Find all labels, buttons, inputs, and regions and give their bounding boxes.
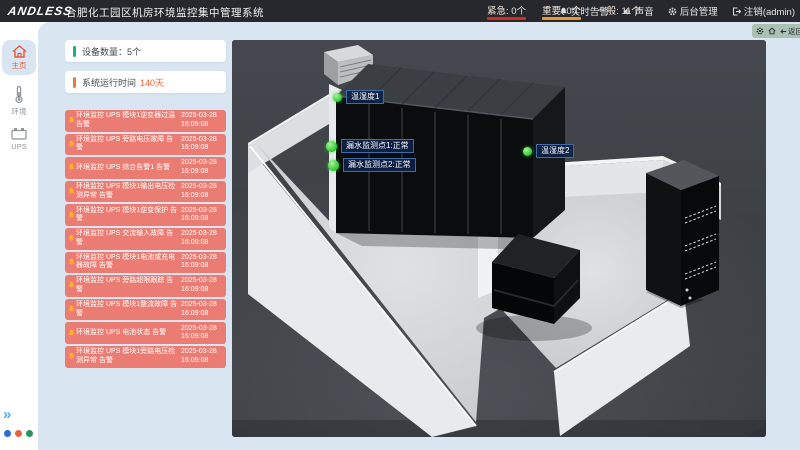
battery-icon [10,126,28,141]
logout-button[interactable]: 注销(admin) [732,4,795,18]
alert-text: 环境监控 UPS 旁路电压故障 告警 [76,136,181,153]
urgent-underline [487,17,526,20]
bell-icon [67,116,76,125]
gear-icon [668,7,677,16]
alarm-icon [559,7,568,16]
alert-text: 环境监控 UPS 模块1输出电压检测异常 告警 [76,183,181,200]
bell-icon [67,234,76,243]
alert-timestamp: 2025-03-2816:09:08 [181,230,223,247]
orange-dot [15,430,22,437]
alert-text: 环境监控 UPS 模块1电池或充电器故障 告警 [76,254,181,271]
bell-icon [67,258,76,267]
alert-item[interactable]: 环境监控 UPS 旁路电压故障 告警 2025-03-2816:09:08 [65,134,226,156]
alert-text: 环境监控 UPS 旁路超限跟踪 告警 [76,277,181,294]
bell-icon [67,329,76,338]
sensor-leak-point-2[interactable]: 漏水监测点2:正常 [328,158,416,172]
alert-text: 环境监控 UPS 电池状态 告警 [76,329,181,338]
runtime-card: 系统运行时间 140天 [65,71,226,93]
device-count-label: 设备数量： [82,45,127,58]
alert-item[interactable]: 环境监控 UPS 模块1电池或充电器故障 告警 2025-03-2816:09:… [65,252,226,274]
alert-item[interactable]: 环境监控 UPS 交流输入故障 告警 2025-03-2816:09:08 [65,228,226,250]
top-header: ANDLESS 合肥化工园区机房环境监控集中管理系统 紧急: 0个 重要: 0个… [0,0,800,22]
thermometer-icon [11,85,27,105]
alert-timestamp: 2025-03-2816:09:08 [181,159,223,176]
alert-list: 环境监控 UPS 模块1逆变器过温 告警 2025-03-2816:09:08 … [65,110,226,370]
scene-settings-button[interactable] [756,27,764,35]
alert-timestamp: 2025-03-2816:09:08 [181,254,223,271]
status-dot-green [523,147,532,156]
app-title: 合肥化工园区机房环境监控集中管理系统 [66,5,264,20]
orange-accent-bar [73,77,76,88]
bell-icon [67,352,76,361]
alert-item[interactable]: 环境监控 UPS 综合告警1 告警 2025-03-2816:09:08 [65,157,226,179]
scene-home-button[interactable] [768,27,776,35]
alert-timestamp: 2025-03-2816:09:08 [181,325,223,342]
green-dot [26,430,33,437]
bell-icon [67,281,76,290]
alert-timestamp: 2025-03-2816:09:08 [181,136,223,153]
home-icon [11,44,28,59]
bell-icon [67,211,76,220]
sensor-temp-humidity-1[interactable]: 温湿度1 [333,90,384,104]
header-actions: 实时告警 声音 后台管理 注销(admin) [559,0,795,22]
alert-timestamp: 2025-03-2816:09:08 [181,183,223,200]
green-accent-bar [73,46,76,57]
alert-timestamp: 2025-03-2816:09:08 [181,348,223,365]
home-icon [768,27,776,35]
bell-icon [67,305,76,314]
alert-timestamp: 2025-03-2816:09:08 [181,301,223,318]
alert-item[interactable]: 环境监控 UPS 模块1逆变保护 告警 2025-03-2816:09:08 [65,204,226,226]
bell-icon [67,163,76,172]
back-arrow-icon [780,28,787,35]
logout-icon [732,7,741,16]
room-3d-render [232,40,766,437]
status-dot-green [326,141,337,152]
status-dot-green [328,160,339,171]
gear-icon [756,27,764,35]
alert-item[interactable]: 环境监控 UPS 旁路超限跟踪 告警 2025-03-2816:09:08 [65,275,226,297]
bell-icon [67,140,76,149]
alarm-level-urgent[interactable]: 紧急: 0个 [487,3,526,20]
device-count-value: 5个 [127,45,141,58]
sound-button[interactable]: 声音 [623,4,654,18]
blue-dot [4,430,11,437]
realtime-alarm-button[interactable]: 实时告警 [559,4,609,18]
alert-text: 环境监控 UPS 模块1逆变保护 告警 [76,207,181,224]
speaker-icon [623,7,632,16]
sidebar-item-ups[interactable]: UPS [2,126,36,151]
sensor-leak-point-1[interactable]: 漏水监测点1:正常 [326,139,414,153]
brand-dots [4,430,33,437]
scene-toolbar: 返回 [752,24,800,38]
brand-logo: ANDLESS [7,4,74,18]
alert-timestamp: 2025-03-2816:09:08 [181,112,223,129]
bell-icon [67,187,76,196]
alert-text: 环境监控 UPS 模块1旁路电压检测异常 告警 [76,348,181,365]
sidebar-expand-chevrons[interactable]: » [3,406,8,423]
room-3d-view[interactable]: 温湿度1 漏水监测点1:正常 漏水监测点2:正常 温湿度2 [232,40,766,437]
alert-item[interactable]: 环境监控 UPS 模块1旁路电压检测异常 告警 2025-03-2816:09:… [65,346,226,368]
alert-item[interactable]: 环境监控 UPS 模块1逆变器过温 告警 2025-03-2816:09:08 [65,110,226,132]
alert-timestamp: 2025-03-2816:09:08 [181,277,223,294]
alert-text: 环境监控 UPS 综合告警1 告警 [76,164,181,173]
status-dot-green [333,93,342,102]
alert-text: 环境监控 UPS 模块1整流故障 告警 [76,301,181,318]
alert-timestamp: 2025-03-2816:09:08 [181,207,223,224]
alert-item[interactable]: 环境监控 UPS 模块1输出电压检测异常 告警 2025-03-2816:09:… [65,181,226,203]
device-count-card: 设备数量： 5个 [65,40,226,62]
alert-text: 环境监控 UPS 模块1逆变器过温 告警 [76,112,181,129]
alert-item[interactable]: 环境监控 UPS 模块1整流故障 告警 2025-03-2816:09:08 [65,299,226,321]
sidebar-item-environment[interactable]: 环境 [2,85,36,117]
scene-back-button[interactable]: 返回 [780,26,800,37]
alert-text: 环境监控 UPS 交流输入故障 告警 [76,230,181,247]
sensor-temp-humidity-2[interactable]: 温湿度2 [523,144,574,158]
admin-button[interactable]: 后台管理 [668,4,718,18]
alert-item[interactable]: 环境监控 UPS 电池状态 告警 2025-03-2816:09:08 [65,322,226,344]
sidebar-item-home[interactable]: 主页 [2,40,36,75]
runtime-value: 140天 [140,76,164,89]
runtime-label: 系统运行时间 [82,76,136,89]
